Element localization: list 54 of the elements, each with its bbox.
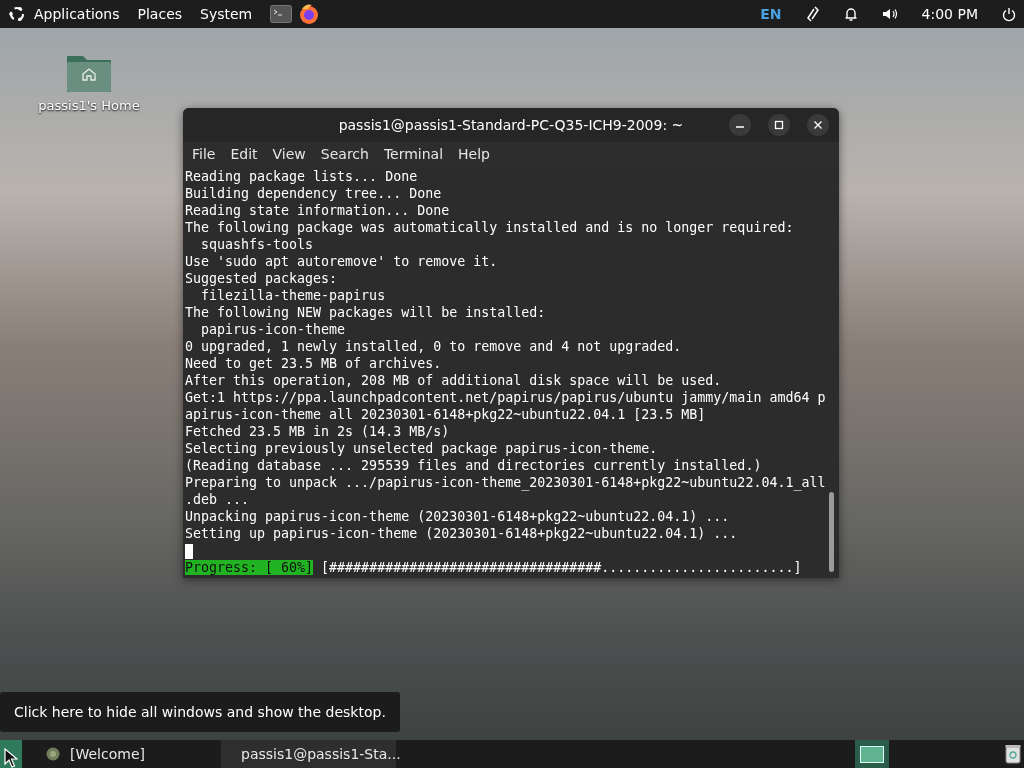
terminal-line: Selecting previously unselected package papirus-icon-theme. xyxy=(185,440,659,457)
progress-text: [##################################........................] xyxy=(321,560,802,575)
progress-label: Progress: [ 60%] xyxy=(185,560,314,575)
terminal-line: Need to get 23.5 MB of archives. xyxy=(185,355,443,372)
keyboard-layout-indicator[interactable]: EN xyxy=(760,6,782,22)
terminal-line: Suggested packages: xyxy=(185,270,339,287)
terminal-line: Reading package lists... Done xyxy=(185,168,419,185)
minimize-button[interactable] xyxy=(729,114,751,136)
browser-icon[interactable] xyxy=(298,3,321,25)
terminal-line: apirus-icon-theme all 20230301-6148+pkg22~ubuntu22.04.1 [23.5 MB] xyxy=(185,406,707,423)
terminal-line: Reading state information... Done xyxy=(185,202,451,219)
terminal-line: Fetched 23.5 MB in 2s (14.3 MB/s) xyxy=(185,423,451,440)
show-desktop-button[interactable] xyxy=(0,740,22,768)
menu-item[interactable]: Help xyxy=(458,146,490,162)
panel-menu[interactable]: Applications xyxy=(34,6,120,22)
menu-item[interactable]: View xyxy=(272,146,306,162)
terminal-line: Use 'sudo apt autoremove' to remove it. xyxy=(185,253,499,270)
speaker-icon[interactable] xyxy=(881,7,898,21)
menu-item[interactable]: Edit xyxy=(230,146,258,162)
window-title: passis1@passis1-Standard-PC-Q35-ICH9-2009: ~ xyxy=(338,117,684,133)
ubuntu-logo-icon[interactable] xyxy=(8,5,26,23)
bell-icon[interactable] xyxy=(843,6,858,22)
menu-item[interactable]: Search xyxy=(320,146,369,162)
terminal-line: After this operation, 208 MB of additional disk space will be used. xyxy=(185,372,723,389)
terminal-line: Building dependency tree... Done xyxy=(185,185,443,202)
power-icon[interactable] xyxy=(1002,6,1016,22)
clock[interactable]: 4:00 PM xyxy=(921,6,978,22)
taskbar-task[interactable]: [Welcome] xyxy=(36,740,211,768)
terminal-line: .deb ... xyxy=(185,491,251,508)
globe-icon xyxy=(46,747,60,761)
terminal-line: 0 upgraded, 1 newly installed, 0 to remove and 4 not upgraded. xyxy=(185,338,683,355)
terminal-line: Unpacking papirus-icon-theme (20230301-6148+pkg22~ubuntu22.04.1) ... xyxy=(185,508,731,525)
terminal-icon[interactable] xyxy=(270,5,293,23)
maximize-button[interactable] xyxy=(768,114,790,136)
menu-item[interactable]: Terminal xyxy=(383,146,444,162)
text-cursor xyxy=(185,543,193,559)
terminal-line: Get:1 https://ppa.launchpadcontent.net/papirus/papirus/ubuntu jammy/main amd64 p xyxy=(185,389,827,406)
terminal-line: papirus-icon-theme xyxy=(200,321,347,338)
terminal-line: squashfs-tools xyxy=(200,236,315,253)
workspace-switcher[interactable] xyxy=(855,740,889,768)
mouse-pointer-icon xyxy=(4,748,18,768)
terminal-line: filezilla-theme-papirus xyxy=(200,287,387,304)
terminal-line: Preparing to unpack .../papirus-icon-theme_20230301-6148+pkg22~ubuntu22.04.1_all xyxy=(185,474,827,491)
trash-icon[interactable] xyxy=(1005,744,1021,764)
terminal-line: The following NEW packages will be installed: xyxy=(185,304,547,321)
panel-menu[interactable]: Places xyxy=(137,6,183,22)
network-icon[interactable] xyxy=(805,6,820,22)
tooltip: Click here to hide all windows and show the desktop. xyxy=(0,692,400,732)
panel-menu[interactable]: System xyxy=(200,6,253,22)
close-button[interactable] xyxy=(807,114,829,136)
terminal-line: The following package was automatically installed and is no longer required: xyxy=(185,219,795,236)
menu-item[interactable]: File xyxy=(192,146,216,162)
terminal-line: (Reading database ... 295539 files and directories currently installed.) xyxy=(185,457,763,474)
terminal-line: Setting up papirus-icon-theme (20230301-6148+pkg22~ubuntu22.04.1) ... xyxy=(185,525,739,542)
